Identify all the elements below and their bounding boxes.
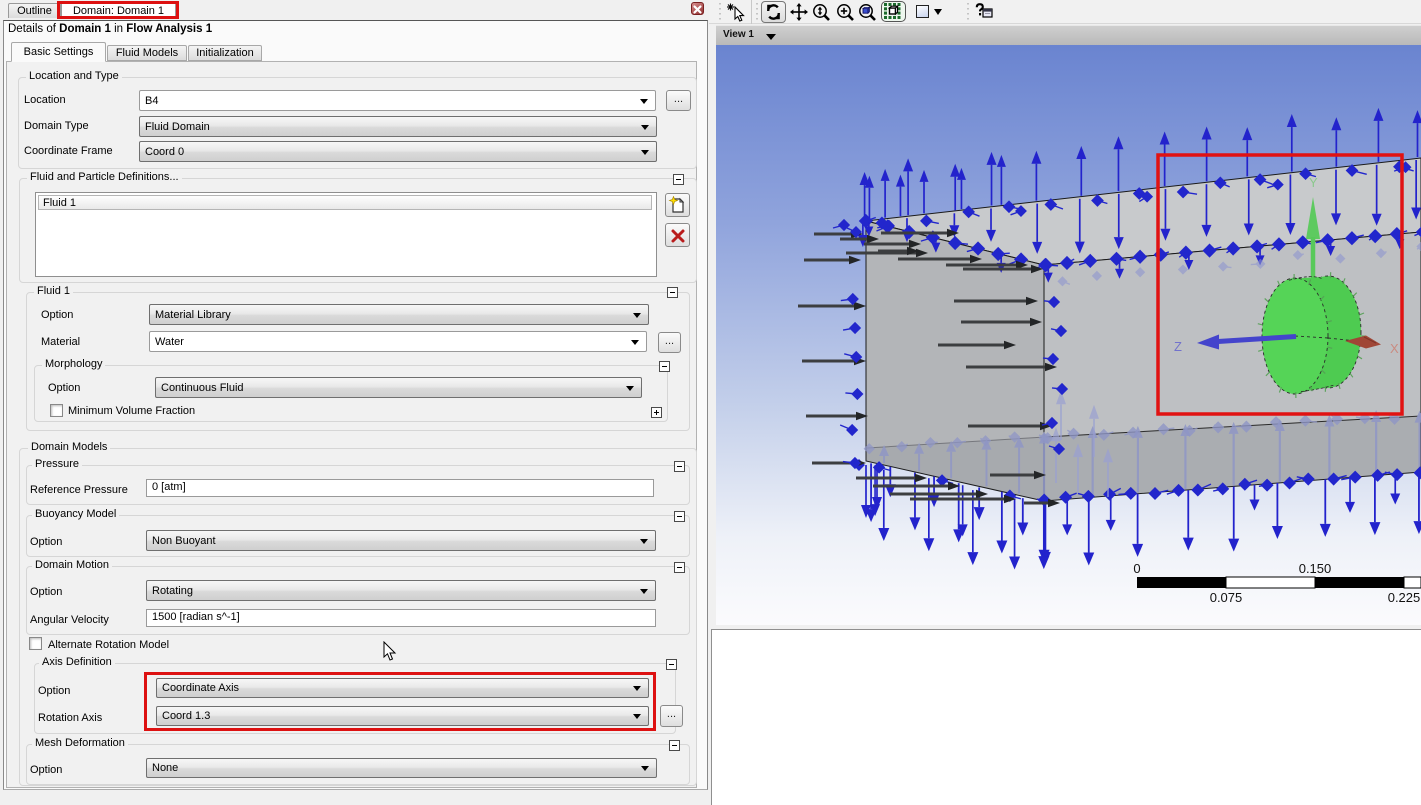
svg-text:0.150: 0.150: [1299, 561, 1332, 576]
svg-text:0.225: 0.225: [1388, 590, 1421, 605]
svg-text:Z: Z: [1174, 339, 1182, 354]
svg-text:X: X: [1390, 341, 1399, 356]
svg-text:0: 0: [1133, 561, 1140, 576]
svg-text:0.075: 0.075: [1210, 590, 1243, 605]
svg-text:Y: Y: [1309, 175, 1318, 190]
